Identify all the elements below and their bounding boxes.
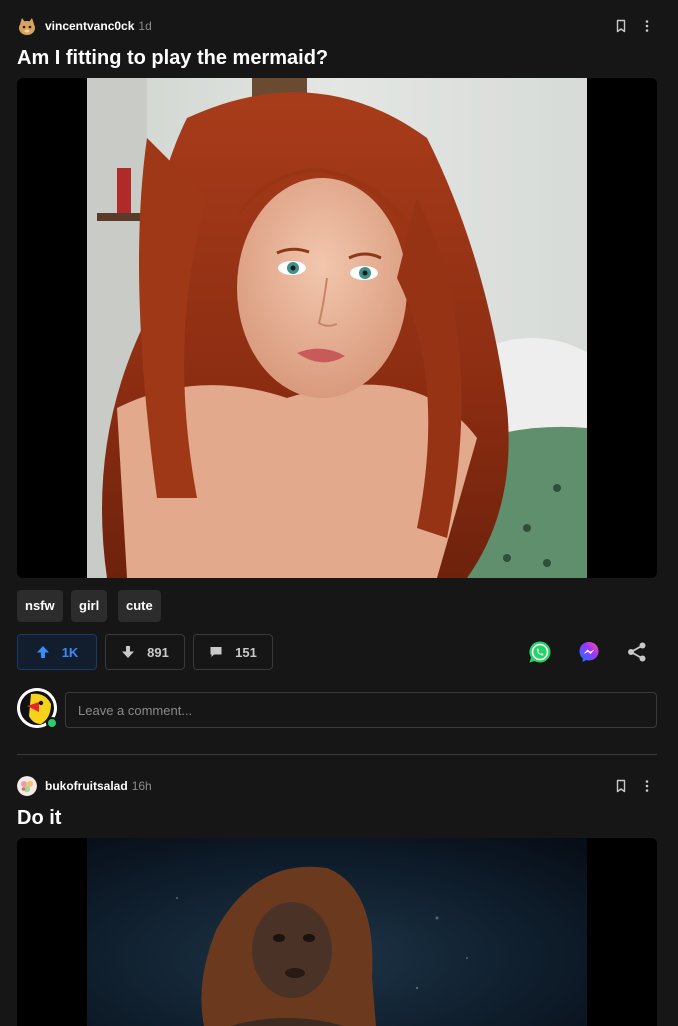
post-title[interactable]: Am I fitting to play the mermaid? — [17, 45, 328, 71]
post-divider — [17, 754, 657, 755]
upvote-button[interactable]: 1K — [17, 634, 97, 670]
share-icon — [628, 642, 646, 662]
post-title[interactable]: Do it — [17, 805, 61, 831]
whatsapp-icon — [529, 641, 551, 663]
author-avatar[interactable] — [17, 16, 37, 36]
comment-composer — [17, 688, 657, 729]
share-button[interactable] — [623, 638, 651, 666]
bookmark-icon — [616, 19, 626, 33]
tag-chip[interactable]: girl — [71, 590, 108, 622]
upvote-count: 1K — [61, 644, 79, 660]
messenger-icon — [579, 642, 599, 662]
author-avatar[interactable] — [17, 776, 37, 796]
online-status-indicator — [46, 717, 58, 729]
author-line: vincentvanc0ck 1d — [45, 18, 152, 34]
tag-chip[interactable]: nsfw — [17, 590, 63, 622]
post-image — [87, 78, 587, 578]
comment-input[interactable] — [65, 692, 657, 728]
post-image — [87, 838, 587, 1026]
bookmark-button[interactable] — [609, 14, 633, 38]
more-vertical-icon — [645, 780, 649, 792]
arrow-down-icon — [122, 646, 135, 658]
arrow-up-icon — [36, 646, 49, 658]
comment-count: 151 — [235, 644, 257, 660]
author-name[interactable]: vincentvanc0ck — [45, 19, 134, 33]
comment-icon — [210, 647, 222, 657]
share-whatsapp-button[interactable] — [526, 638, 554, 666]
more-vertical-icon — [645, 20, 649, 32]
feed: vincentvanc0ck 1d Am I fitting to play th… — [0, 0, 678, 1026]
comments-button[interactable]: 151 — [193, 634, 273, 670]
post-time: 1d — [138, 19, 152, 33]
downvote-count: 891 — [147, 644, 169, 660]
more-options-button[interactable] — [635, 14, 659, 38]
post-time: 16h — [131, 779, 152, 793]
post-actions: 1K 891 151 — [17, 634, 657, 670]
tag-chip[interactable]: cute — [118, 590, 161, 622]
more-options-button[interactable] — [635, 774, 659, 798]
share-messenger-button[interactable] — [575, 638, 603, 666]
post-header: bukofruitsalad 16h — [17, 774, 657, 798]
post-header: vincentvanc0ck 1d — [17, 14, 657, 38]
post-media[interactable] — [17, 838, 657, 1026]
downvote-button[interactable]: 891 — [105, 634, 185, 670]
author-name[interactable]: bukofruitsalad — [45, 779, 128, 793]
author-line: bukofruitsalad 16h — [45, 778, 152, 794]
bookmark-icon — [616, 779, 626, 793]
post-media[interactable] — [17, 78, 657, 578]
bookmark-button[interactable] — [609, 774, 633, 798]
